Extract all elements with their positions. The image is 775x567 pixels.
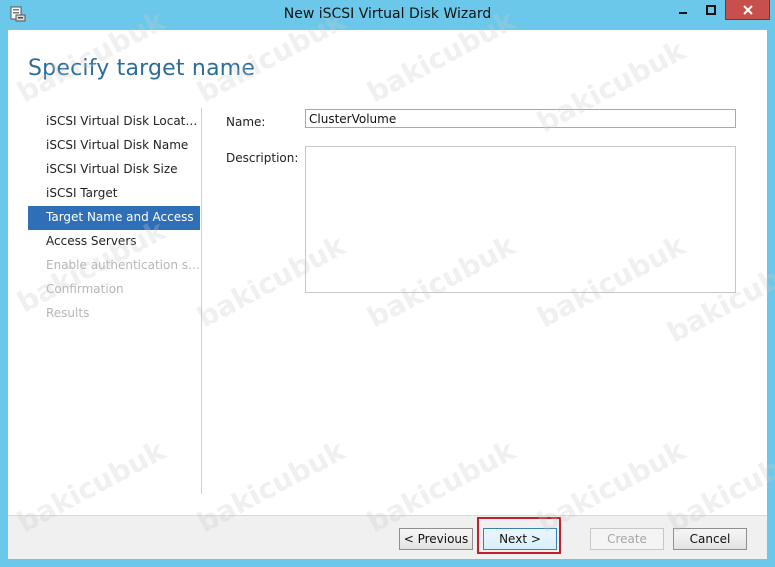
nav-step-access-servers[interactable]: Access Servers [28, 230, 200, 254]
page-title: Specify target name [28, 56, 256, 81]
maximize-button[interactable] [697, 0, 724, 20]
nav-divider [201, 108, 202, 494]
nav-step-confirmation: Confirmation [46, 282, 124, 296]
close-button[interactable] [725, 0, 770, 20]
wizard-step-nav: iSCSI Virtual Disk Location iSCSI Virtua… [28, 110, 200, 326]
nav-step-target-name-access[interactable]: Target Name and Access [28, 206, 200, 230]
next-button-highlight [477, 517, 561, 554]
window-title: New iSCSI Virtual Disk Wizard [283, 6, 492, 22]
close-icon [742, 4, 753, 15]
name-label: Name: [226, 115, 266, 129]
maximize-icon [705, 5, 716, 15]
nav-step-virtual-disk-location[interactable]: iSCSI Virtual Disk Location [28, 110, 200, 134]
nav-step-iscsi-target[interactable]: iSCSI Target [28, 182, 200, 206]
nav-step-virtual-disk-size[interactable]: iSCSI Virtual Disk Size [28, 158, 200, 182]
description-input[interactable] [305, 146, 736, 293]
nav-step-enable-authentication: Enable authentication ser... [46, 258, 200, 272]
minimize-icon [678, 12, 687, 14]
cancel-button[interactable]: Cancel [673, 528, 747, 550]
nav-step-results: Results [46, 306, 90, 320]
wizard-footer: < Previous Next > Create Cancel [8, 515, 767, 559]
wizard-client-area: Specify target name iSCSI Virtual Disk L… [8, 30, 767, 559]
nav-step-virtual-disk-name[interactable]: iSCSI Virtual Disk Name [28, 134, 200, 158]
title-bar[interactable]: New iSCSI Virtual Disk Wizard [0, 0, 775, 30]
minimize-button[interactable] [669, 0, 696, 20]
create-button: Create [590, 528, 664, 550]
description-label: Description: [226, 151, 299, 165]
wizard-window: New iSCSI Virtual Disk Wizard Specify ta… [0, 0, 775, 567]
name-input[interactable] [305, 109, 736, 128]
previous-button[interactable]: < Previous [399, 528, 473, 550]
